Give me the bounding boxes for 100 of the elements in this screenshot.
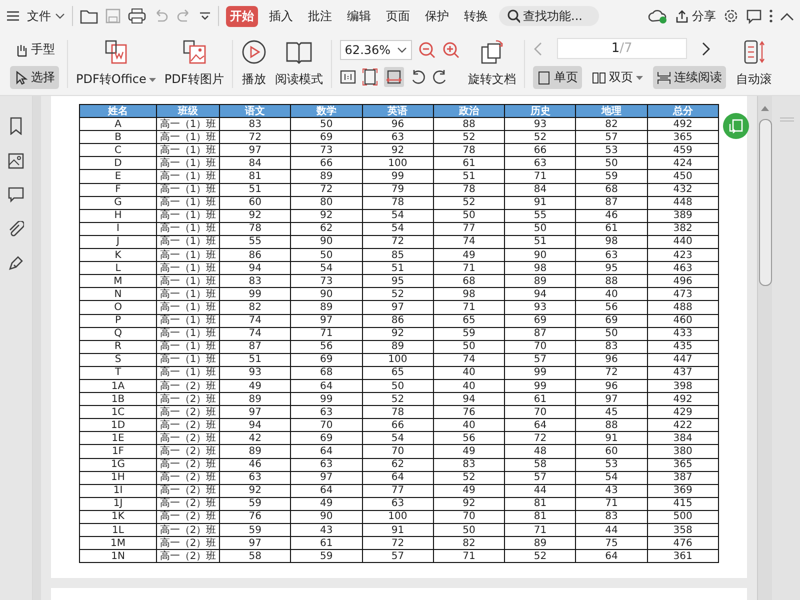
table-cell: 71 — [576, 497, 648, 510]
column-header: 数学 — [290, 104, 362, 118]
table-cell: 84 — [220, 156, 291, 170]
ribbon-tab[interactable]: 页面 — [382, 6, 414, 26]
table-cell: 99 — [362, 170, 434, 184]
ribbon-tab[interactable]: 插入 — [265, 6, 297, 26]
table-cell: N — [80, 288, 156, 301]
table-cell: 74 — [433, 353, 505, 366]
pdf-to-image-button[interactable]: PDF转图片 — [164, 39, 224, 88]
table-cell: P — [80, 314, 156, 328]
dropdown-icon[interactable] — [199, 12, 211, 20]
table-cell: 81 — [504, 510, 576, 524]
table-cell: 63 — [362, 497, 434, 510]
table-cell: 69 — [504, 314, 576, 328]
zoom-in-icon[interactable] — [442, 41, 460, 59]
pen-icon[interactable] — [8, 255, 24, 271]
table-cell: 59 — [433, 327, 505, 340]
view-mode-button[interactable]: 连续阅读 — [652, 66, 726, 89]
table-cell: 高一（1）班 — [156, 288, 220, 301]
scrollbar-thumb[interactable] — [758, 119, 772, 286]
cursor-icon — [14, 70, 28, 84]
view-mode-button[interactable]: 双页 — [588, 66, 647, 89]
scroll-up-icon[interactable] — [761, 106, 769, 111]
table-cell: 50 — [576, 156, 648, 170]
ribbon-tab[interactable]: 批注 — [304, 6, 336, 26]
settings-icon[interactable] — [723, 8, 739, 24]
fit-page-icon[interactable] — [362, 68, 378, 86]
select-tool-button[interactable]: 选择 — [10, 66, 59, 89]
table-cell: 87 — [504, 327, 576, 340]
table-cell: 51 — [220, 353, 291, 366]
actual-size-icon[interactable] — [340, 69, 356, 85]
table-cell: 40 — [433, 366, 505, 380]
bookmark-icon[interactable] — [9, 117, 23, 135]
rotate-document-button[interactable]: 旋转文档 — [468, 39, 516, 88]
table-cell: 460 — [647, 314, 718, 328]
pdf-to-office-button[interactable]: PDF转Office — [76, 39, 156, 88]
table-cell: 93 — [504, 300, 576, 314]
chat-icon[interactable] — [746, 8, 762, 24]
table-cell: 52 — [433, 130, 505, 144]
table-cell: 63 — [504, 156, 576, 170]
table-cell: 98 — [576, 235, 648, 249]
rotate-left-icon[interactable] — [410, 69, 426, 85]
table-cell: 1I — [80, 484, 156, 498]
table-cell: 50 — [504, 222, 576, 236]
ribbon-tab[interactable]: 开始 — [226, 6, 258, 26]
table-cell: 高一（2）班 — [156, 432, 220, 445]
menu-icon[interactable] — [6, 10, 20, 22]
panel-handle-icon[interactable] — [780, 117, 794, 122]
table-cell: G — [80, 196, 156, 210]
table-cell: 66 — [362, 418, 434, 432]
table-cell: 97 — [220, 144, 291, 157]
table-cell: 389 — [647, 209, 718, 222]
table-cell: 1N — [80, 550, 156, 563]
file-menu[interactable]: 文件 — [27, 8, 65, 24]
zoom-dropdown[interactable]: 62.36% — [340, 40, 412, 60]
table-cell: 55 — [504, 209, 576, 222]
table-cell: 71 — [433, 300, 505, 314]
hand-tool-button[interactable]: 手型 — [10, 38, 59, 61]
paperclip-icon[interactable] — [8, 221, 24, 237]
table-cell: 高一（1）班 — [156, 314, 220, 328]
cloud-icon[interactable] — [648, 8, 668, 24]
collapse-icon[interactable] — [780, 12, 794, 20]
comment-icon[interactable] — [8, 187, 24, 203]
rotate-right-icon[interactable] — [432, 69, 448, 85]
table-cell: 422 — [647, 418, 718, 432]
more-icon[interactable] — [769, 9, 773, 23]
table-cell: 94 — [220, 262, 291, 275]
table-cell: 78 — [362, 406, 434, 419]
table-cell: 64 — [290, 444, 362, 458]
table-cell: 89 — [362, 340, 434, 354]
table-cell: 89 — [504, 274, 576, 288]
zoom-out-icon[interactable] — [418, 41, 436, 59]
table-cell: 49 — [433, 444, 505, 458]
table-cell: 50 — [433, 524, 505, 537]
folder-icon[interactable] — [80, 8, 98, 24]
print-icon[interactable] — [128, 8, 146, 24]
table-cell: 384 — [647, 432, 718, 445]
table-cell: 1H — [80, 471, 156, 484]
convert-sheet-icon[interactable] — [723, 113, 749, 139]
page-number-field[interactable]: 1/7 — [556, 38, 687, 59]
ribbon-tab[interactable]: 转换 — [460, 6, 492, 26]
table-cell: 73 — [290, 144, 362, 157]
view-mode-button[interactable]: 单页 — [532, 66, 582, 89]
table-cell: 1E — [80, 432, 156, 445]
share-button[interactable]: 分享 — [675, 8, 716, 24]
ribbon-tab[interactable]: 保护 — [421, 6, 453, 26]
table-cell: 99 — [220, 288, 291, 301]
search-icon — [507, 9, 520, 23]
play-button[interactable]: 播放 — [240, 39, 267, 88]
ribbon-tab[interactable]: 编辑 — [343, 6, 375, 26]
next-page-icon[interactable] — [700, 42, 711, 56]
fit-width-button[interactable] — [384, 67, 404, 87]
search-field[interactable]: 查找功能... — [499, 6, 599, 26]
table-cell: 44 — [504, 484, 576, 498]
image-icon[interactable] — [8, 153, 24, 169]
table-cell: 75 — [576, 536, 648, 550]
reading-mode-button[interactable]: 阅读模式 — [274, 39, 323, 88]
table-cell: 76 — [433, 406, 505, 419]
table-cell: 86 — [220, 248, 291, 262]
auto-scroll-button[interactable]: 自动滚 — [736, 39, 772, 88]
